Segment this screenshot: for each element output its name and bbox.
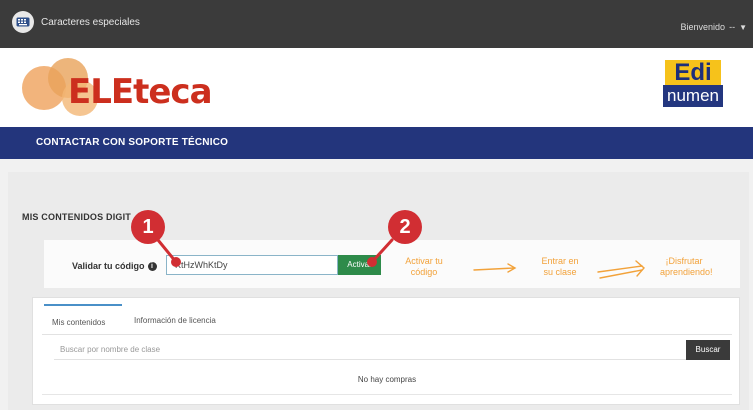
list-divider	[42, 394, 732, 395]
greeting-suffix: --	[729, 22, 736, 32]
tab-license-info[interactable]: Información de licencia	[134, 316, 216, 325]
chevron-down-icon: ▼	[739, 22, 747, 32]
activate-button[interactable]: Activar	[338, 255, 381, 275]
site-header: ELEteca Edi numen	[0, 48, 753, 127]
validate-code-label: Validar tu código i	[72, 261, 157, 271]
greeting-text: Bienvenido	[680, 22, 726, 32]
tab-divider	[42, 334, 732, 335]
info-icon[interactable]: i	[147, 261, 157, 271]
edinumen-logo-top: Edi	[665, 60, 721, 86]
step-enjoy: ¡Disfrutar aprendiendo!	[660, 256, 713, 277]
validate-code-label-text: Validar tu código	[72, 261, 145, 271]
edinumen-logo-bottom: numen	[663, 85, 723, 107]
special-characters-label: Caracteres especiales	[41, 16, 140, 28]
step-join-class: Entrar en su clase	[541, 256, 579, 277]
special-characters-button[interactable]: Caracteres especiales	[12, 11, 140, 33]
top-bar: Caracteres especiales Bienvenido -- ▼	[0, 0, 753, 48]
class-search-input[interactable]: Buscar por nombre de clase	[54, 340, 686, 360]
edinumen-logo[interactable]: Edi numen	[663, 60, 723, 110]
empty-state-message: No hay compras	[357, 375, 417, 384]
section-title: MIS CONTENIDOS DIGIT	[22, 212, 132, 222]
code-input[interactable]: KtHzWhKtDy	[166, 255, 338, 275]
keyboard-icon	[12, 11, 34, 33]
annotation-badge-2: 2	[388, 210, 422, 244]
main-nav: CONTACTAR CON SOPORTE TÉCNICO	[0, 127, 753, 159]
user-menu[interactable]: Bienvenido -- ▼	[681, 22, 747, 32]
nav-support-link[interactable]: CONTACTAR CON SOPORTE TÉCNICO	[36, 137, 228, 148]
eleteca-logo[interactable]: ELEteca	[68, 72, 213, 112]
search-button[interactable]: Buscar	[686, 340, 730, 360]
step-activate: Activar tu código	[405, 256, 443, 277]
tab-my-contents[interactable]: Mis contenidos	[44, 304, 122, 334]
annotation-badge-1: 1	[131, 210, 165, 244]
